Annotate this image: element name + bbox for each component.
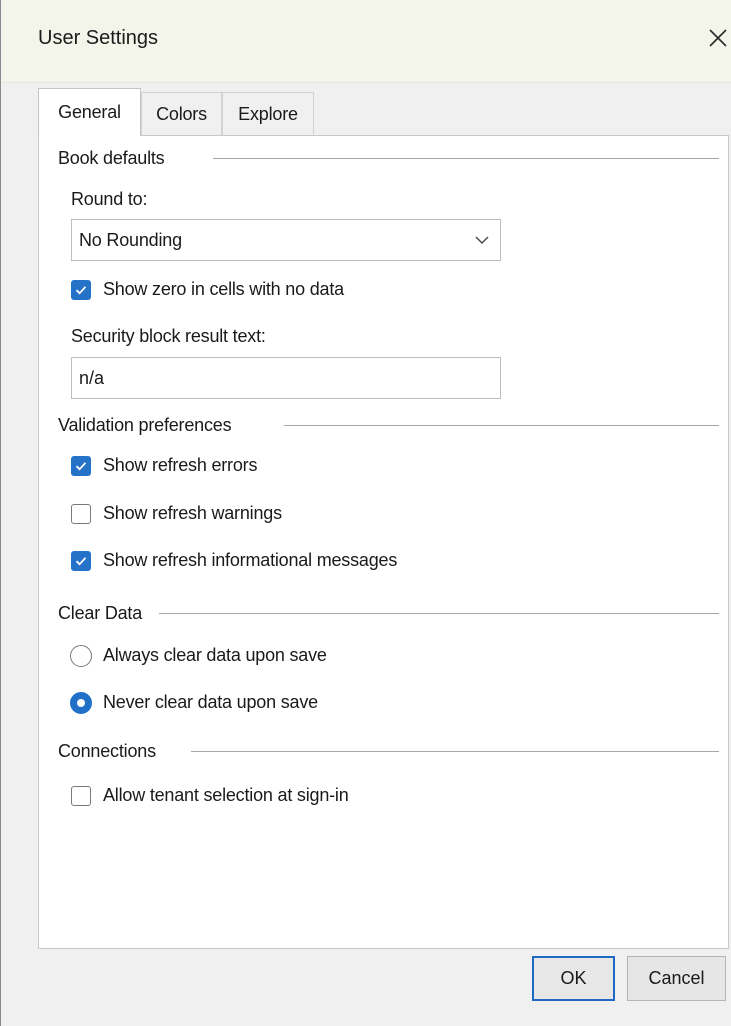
- show-refresh-info-checkbox[interactable]: [71, 551, 91, 571]
- close-button[interactable]: [702, 20, 731, 60]
- security-block-text-field[interactable]: [71, 357, 501, 399]
- never-clear-label: Never clear data upon save: [103, 692, 318, 712]
- tab-colors[interactable]: Colors: [141, 92, 222, 135]
- book-defaults-divider: [213, 158, 719, 159]
- ok-button[interactable]: OK: [532, 956, 615, 1001]
- user-settings-dialog: User Settings General Colors Explore Boo…: [0, 0, 731, 1026]
- allow-tenant-label: Allow tenant selection at sign-in: [103, 785, 349, 805]
- clear-data-group-label: Clear Data: [58, 603, 143, 623]
- clear-data-divider: [159, 613, 719, 614]
- title-bar: User Settings: [2, 0, 731, 83]
- show-refresh-info-label: Show refresh informational messages: [103, 550, 398, 570]
- show-refresh-warnings-label: Show refresh warnings: [103, 503, 282, 523]
- security-block-input[interactable]: [72, 358, 500, 398]
- chevron-down-icon: [474, 232, 490, 253]
- show-refresh-errors-label: Show refresh errors: [103, 455, 258, 475]
- round-to-value: No Rounding: [79, 230, 182, 250]
- show-zero-label: Show zero in cells with no data: [103, 279, 344, 299]
- validation-divider: [284, 425, 719, 426]
- round-to-label: Round to:: [71, 189, 148, 209]
- never-clear-radio[interactable]: [70, 692, 92, 714]
- always-clear-label: Always clear data upon save: [103, 645, 327, 665]
- cancel-button[interactable]: Cancel: [627, 956, 726, 1001]
- allow-tenant-checkbox[interactable]: [71, 786, 91, 806]
- show-refresh-errors-checkbox[interactable]: [71, 456, 91, 476]
- dialog-title: User Settings: [38, 27, 159, 49]
- always-clear-radio[interactable]: [70, 645, 92, 667]
- tab-general[interactable]: General: [38, 88, 141, 136]
- round-to-select[interactable]: No Rounding: [71, 219, 501, 261]
- connections-divider: [191, 751, 719, 752]
- show-zero-checkbox[interactable]: [71, 280, 91, 300]
- security-block-label: Security block result text:: [71, 326, 266, 346]
- connections-group-label: Connections: [58, 741, 156, 761]
- book-defaults-group-label: Book defaults: [58, 148, 165, 168]
- show-refresh-warnings-checkbox[interactable]: [71, 504, 91, 524]
- close-icon: [708, 28, 728, 53]
- validation-group-label: Validation preferences: [58, 415, 232, 435]
- tab-explore[interactable]: Explore: [222, 92, 314, 135]
